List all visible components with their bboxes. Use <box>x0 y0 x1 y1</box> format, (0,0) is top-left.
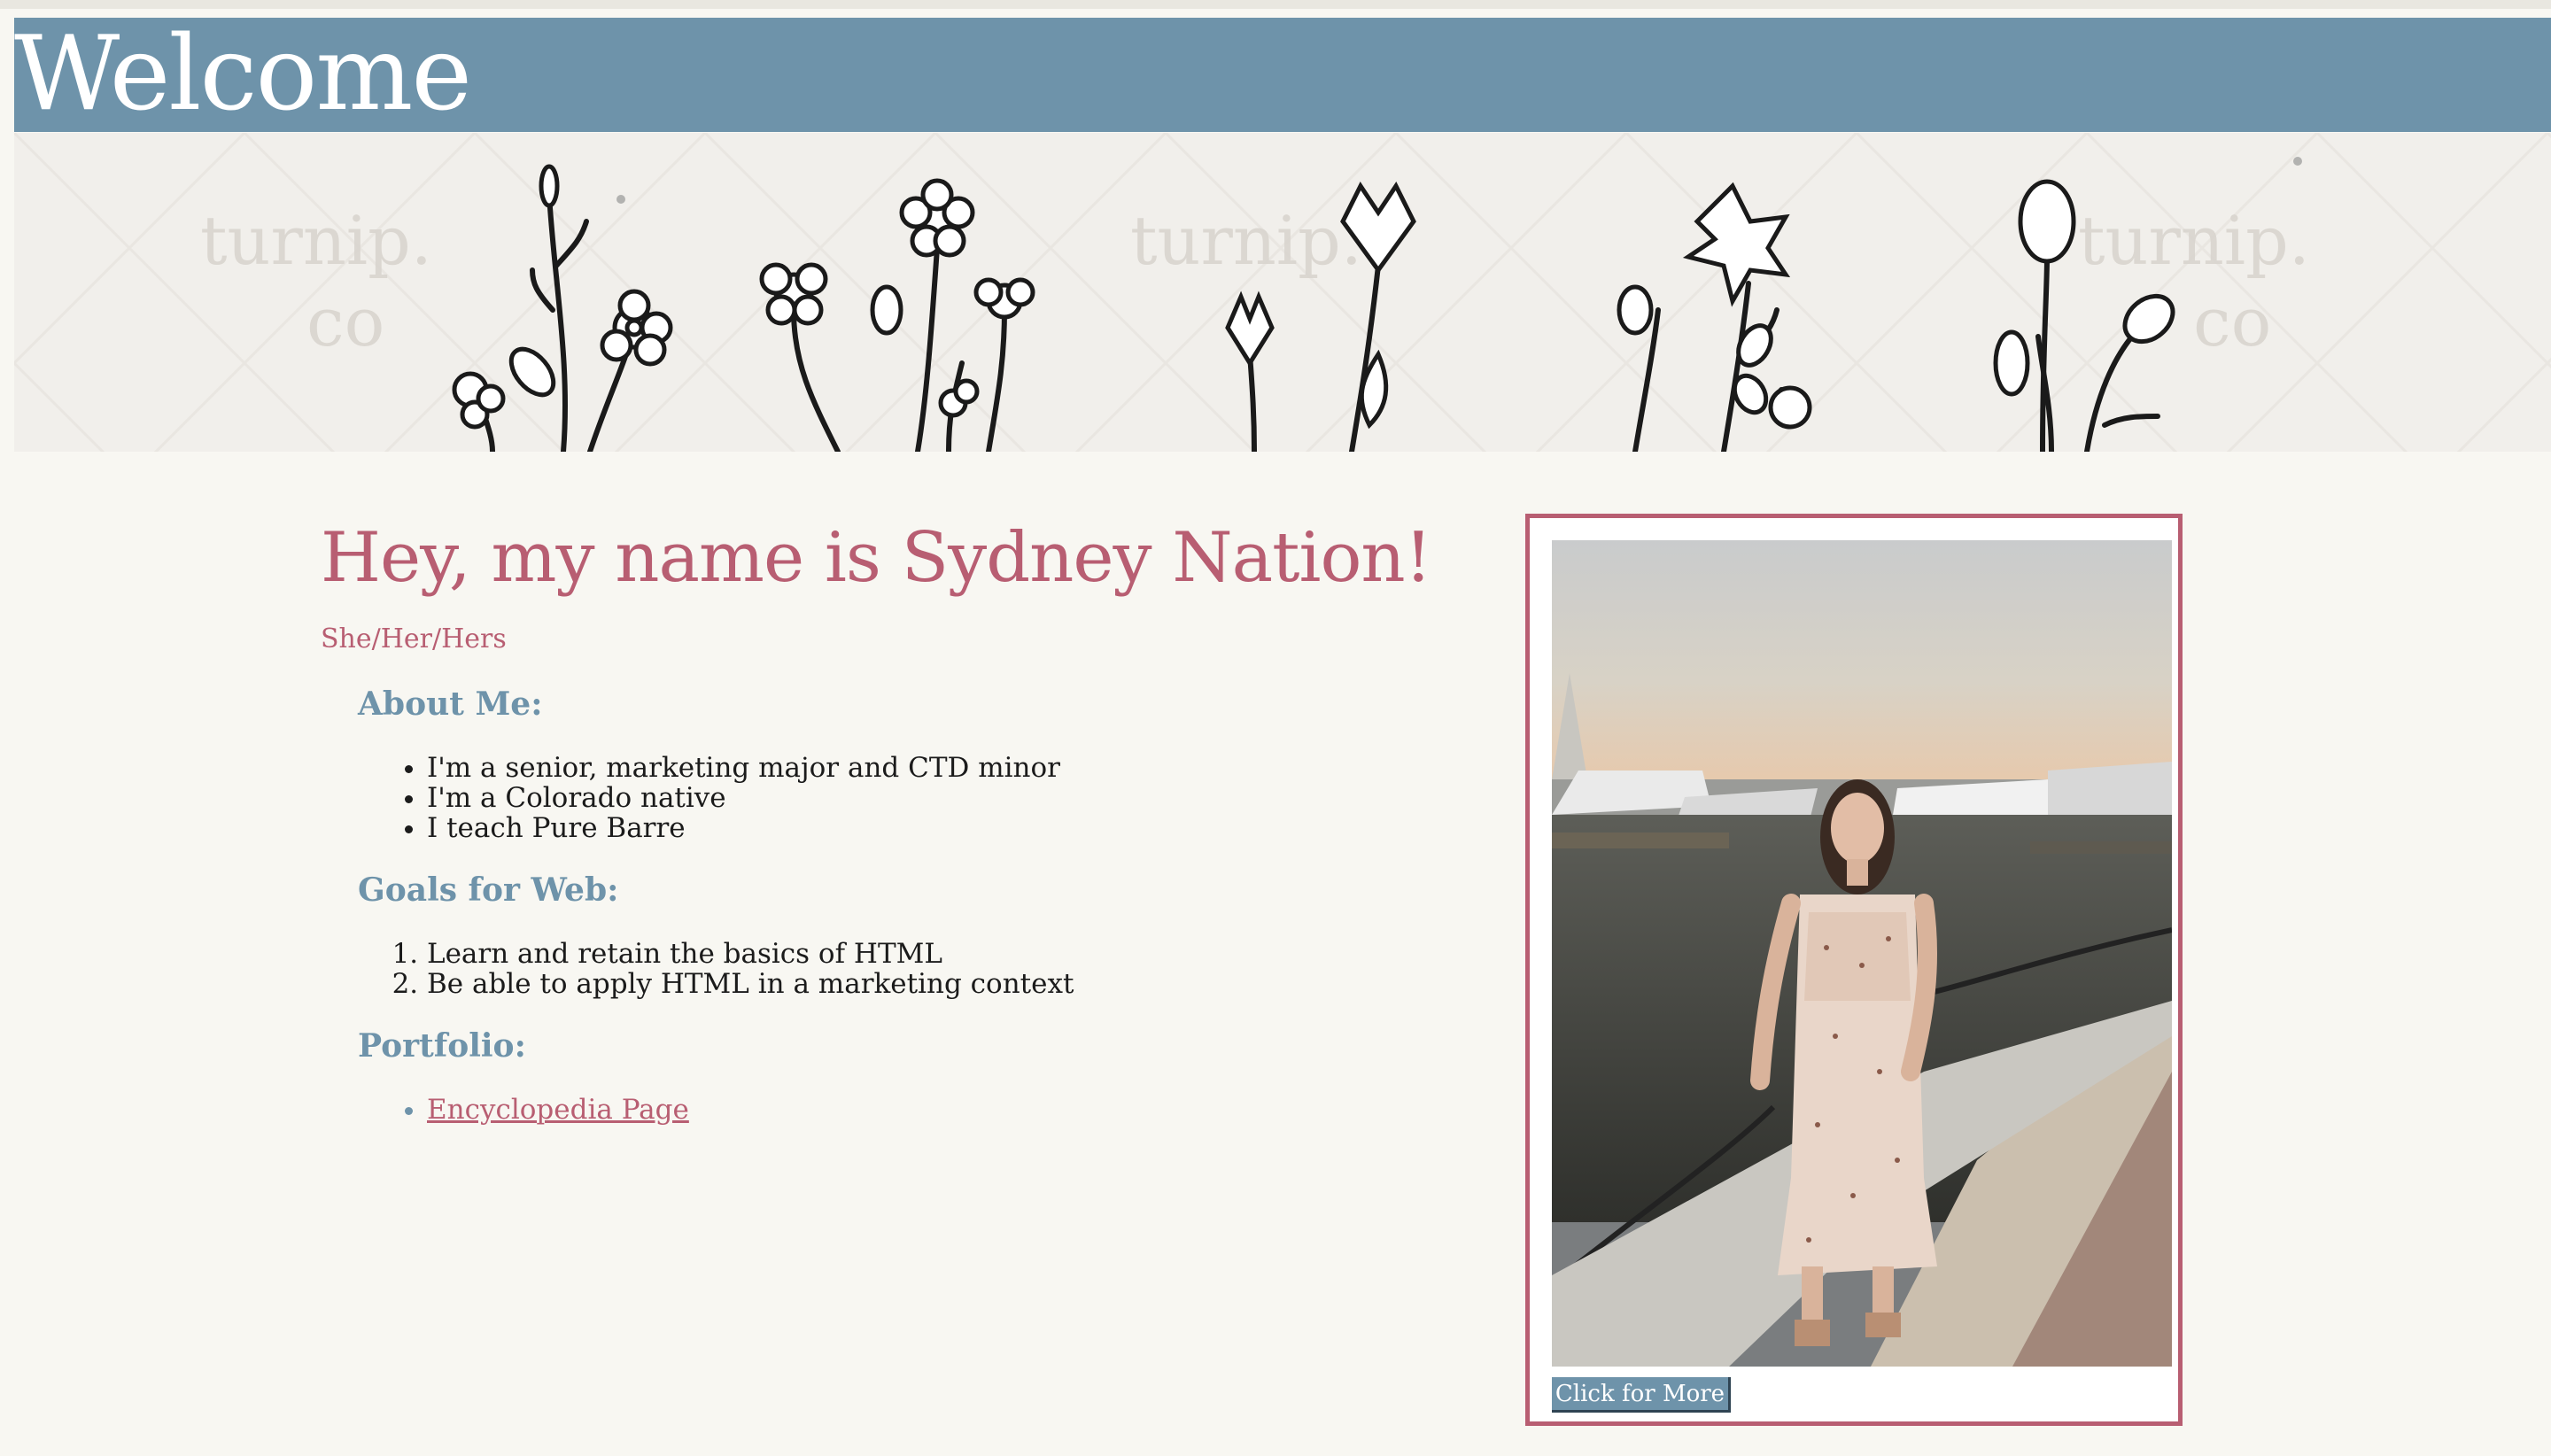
page-title: Welcome <box>14 14 472 134</box>
floral-banner: turnip. co turnip. turnip. co <box>14 133 2551 452</box>
profile-photo-illustration <box>1552 540 2172 1367</box>
svg-text:co: co <box>306 283 384 361</box>
page-header: Welcome <box>14 14 2551 134</box>
portfolio-heading: Portfolio: <box>358 1027 526 1065</box>
list-item: I'm a Colorado native <box>427 783 1472 813</box>
goals-heading: Goals for Web: <box>358 871 619 909</box>
goals-list: Learn and retain the basics of HTML Be a… <box>321 939 1472 999</box>
profile-photo <box>1552 540 2172 1367</box>
intro-heading: Hey, my name is Sydney Nation! <box>321 518 1432 598</box>
about-heading: About Me: <box>358 685 543 723</box>
photo-card: Click for More <box>1525 514 2183 1426</box>
list-item: Encyclopedia Page <box>427 1095 1472 1125</box>
main-content: Hey, my name is Sydney Nation! She/Her/H… <box>321 505 1472 1125</box>
list-item: Be able to apply HTML in a marketing con… <box>427 969 1472 999</box>
svg-text:turnip.: turnip. <box>200 201 432 280</box>
click-for-more-button[interactable]: Click for More <box>1552 1377 1731 1413</box>
encyclopedia-page-link[interactable]: Encyclopedia Page <box>427 1094 689 1126</box>
portfolio-list: Encyclopedia Page <box>321 1095 1472 1125</box>
pronouns: She/Her/Hers <box>321 623 507 654</box>
list-item: Learn and retain the basics of HTML <box>427 939 1472 969</box>
svg-text:co: co <box>2193 283 2271 361</box>
top-strip <box>0 0 2551 9</box>
list-item: I'm a senior, marketing major and CTD mi… <box>427 753 1472 783</box>
floral-banner-illustration: turnip.co turnip. turnip.co <box>14 133 2551 452</box>
list-item: I teach Pure Barre <box>427 813 1472 843</box>
about-list: I'm a senior, marketing major and CTD mi… <box>321 753 1472 843</box>
svg-text:turnip.: turnip. <box>2078 201 2310 280</box>
svg-text:turnip.: turnip. <box>1130 201 1362 280</box>
